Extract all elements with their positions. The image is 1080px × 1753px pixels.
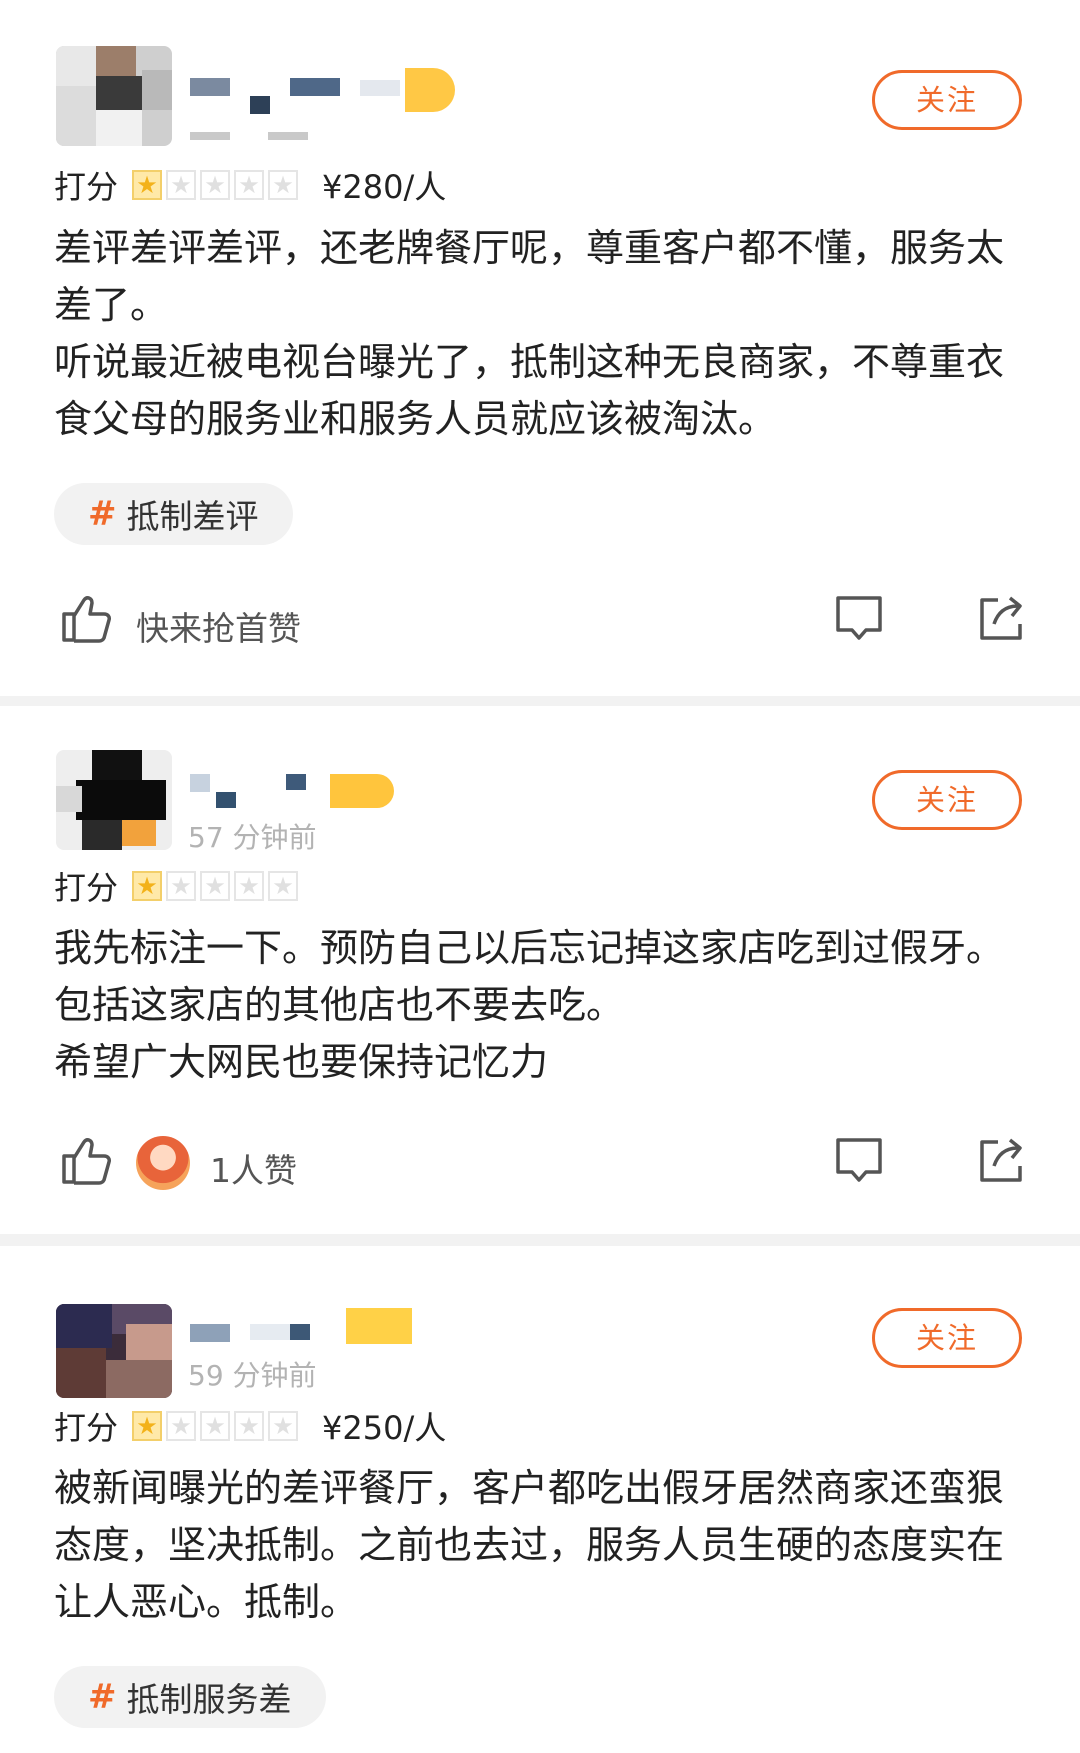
share-icon[interactable] <box>976 1134 1026 1186</box>
comment-icon[interactable] <box>834 592 884 644</box>
star-icon: ★ <box>268 1411 299 1441</box>
action-row: 快来抢首赞 <box>0 592 1080 652</box>
action-row: 1人赞 <box>0 1134 1080 1194</box>
review-card: 关注 打分 ★ ★ ★ ★ ★ ¥280/人 差评差评差评，还老牌餐厅呢，尊重客… <box>0 0 1080 696</box>
rating-row: 打分 ★ ★ ★ ★ ★ ¥250/人 <box>54 1406 447 1447</box>
comment-icon[interactable] <box>834 1134 884 1186</box>
star-icon: ★ <box>234 1411 265 1441</box>
thumbs-up-icon[interactable] <box>58 1134 112 1188</box>
star-icon: ★ <box>166 1411 197 1441</box>
topic-tag[interactable]: # 抵制服务差 <box>54 1666 326 1728</box>
star-icon: ★ <box>268 871 299 901</box>
price-per-person: ¥280/人 <box>322 168 447 206</box>
username-blurred[interactable] <box>190 68 480 114</box>
rating-label: 打分 <box>54 1409 119 1447</box>
star-rating: ★ ★ ★ ★ ★ <box>132 170 302 200</box>
review-text: 差评差评差评，还老牌餐厅呢，尊重客户都不懂，服务太差了。 听说最近被电视台曝光了… <box>54 220 1014 448</box>
like-count[interactable]: 快来抢首赞 <box>136 602 301 650</box>
avatar[interactable] <box>56 750 172 850</box>
subtitle-blurred <box>190 132 330 142</box>
star-rating: ★ ★ ★ ★ ★ <box>132 1411 302 1441</box>
username-blurred[interactable] <box>190 768 410 812</box>
review-text: 被新闻曝光的差评餐厅，客户都吃出假牙居然商家还蛮狠态度，坚决抵制。之前也去过，服… <box>54 1460 1014 1631</box>
thumbs-up-icon[interactable] <box>58 592 112 646</box>
review-paragraph: 差评差评差评，还老牌餐厅呢，尊重客户都不懂，服务太差了。 <box>54 226 1005 327</box>
topic-tag[interactable]: # 抵制差评 <box>54 483 293 545</box>
review-card: 59 分钟前 关注 打分 ★ ★ ★ ★ ★ ¥250/人 被新闻曝光的差评餐厅… <box>0 1246 1080 1753</box>
star-icon: ★ <box>200 1411 231 1441</box>
tag-label: 抵制差评 <box>126 497 259 536</box>
star-icon: ★ <box>166 871 197 901</box>
star-icon: ★ <box>132 1411 163 1441</box>
star-icon: ★ <box>166 170 197 200</box>
price-per-person: ¥250/人 <box>322 1409 447 1447</box>
post-time: 57 分钟前 <box>188 821 317 854</box>
review-paragraph: 我先标注一下。预防自己以后忘记掉这家店吃到过假牙。包括这家店的其他店也不要去吃。 <box>54 926 1005 1027</box>
post-time: 59 分钟前 <box>188 1359 317 1392</box>
review-card: 57 分钟前 关注 打分 ★ ★ ★ ★ ★ 我先标注一下。预防自己以后忘记掉这… <box>0 706 1080 1234</box>
star-icon: ★ <box>234 170 265 200</box>
avatar[interactable] <box>56 1304 172 1398</box>
hash-icon: # <box>88 494 117 534</box>
rating-row: 打分 ★ ★ ★ ★ ★ <box>54 866 302 907</box>
star-icon: ★ <box>132 170 163 200</box>
rating-label: 打分 <box>54 168 119 206</box>
rating-label: 打分 <box>54 869 119 907</box>
star-icon: ★ <box>268 170 299 200</box>
liker-avatar[interactable] <box>136 1136 190 1190</box>
review-text: 我先标注一下。预防自己以后忘记掉这家店吃到过假牙。包括这家店的其他店也不要去吃。… <box>54 920 1014 1091</box>
like-count[interactable]: 1人赞 <box>210 1144 297 1192</box>
hash-icon: # <box>88 1677 117 1717</box>
star-icon: ★ <box>132 871 163 901</box>
star-icon: ★ <box>234 871 265 901</box>
review-paragraph: 被新闻曝光的差评餐厅，客户都吃出假牙居然商家还蛮狠态度，坚决抵制。之前也去过，服… <box>54 1466 1005 1624</box>
review-paragraph: 希望广大网民也要保持记忆力 <box>54 1040 549 1084</box>
star-icon: ★ <box>200 170 231 200</box>
share-icon[interactable] <box>976 592 1026 644</box>
rating-row: 打分 ★ ★ ★ ★ ★ ¥280/人 <box>54 165 447 206</box>
follow-button[interactable]: 关注 <box>872 1308 1022 1368</box>
review-paragraph: 听说最近被电视台曝光了，抵制这种无良商家，不尊重衣食父母的服务业和服务人员就应该… <box>54 340 1005 441</box>
tag-label: 抵制服务差 <box>126 1680 292 1719</box>
follow-button[interactable]: 关注 <box>872 770 1022 830</box>
avatar[interactable] <box>56 46 172 146</box>
username-blurred[interactable] <box>190 1304 450 1348</box>
star-rating: ★ ★ ★ ★ ★ <box>132 871 302 901</box>
follow-button[interactable]: 关注 <box>872 70 1022 130</box>
star-icon: ★ <box>200 871 231 901</box>
